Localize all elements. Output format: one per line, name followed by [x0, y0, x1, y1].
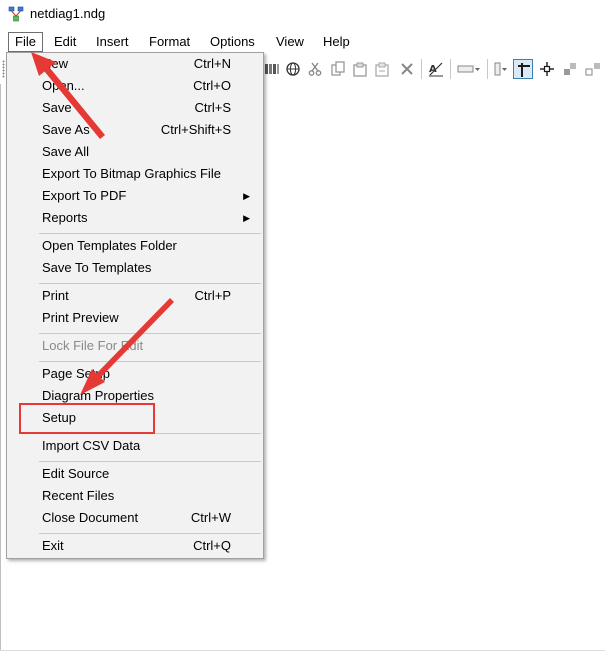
shape-style-icon[interactable]: [490, 59, 510, 79]
network-diagram-app-icon: [8, 6, 24, 22]
submenu-arrow-icon: ▶: [243, 191, 250, 201]
menu-item-save-as[interactable]: Save As Ctrl+Shift+S: [8, 119, 262, 141]
status-divider: [0, 650, 605, 651]
menu-item-print-preview[interactable]: Print Preview: [8, 307, 262, 329]
menu-item-export-pdf[interactable]: Export To PDF ▶: [8, 185, 262, 207]
copy-icon[interactable]: [328, 59, 348, 79]
menu-item-open-templates-folder[interactable]: Open Templates Folder: [8, 235, 262, 257]
paste-special-icon[interactable]: [372, 59, 392, 79]
menu-format[interactable]: Format: [143, 32, 196, 52]
window-title: netdiag1.ndg: [30, 6, 106, 21]
file-menu-dropdown: New Ctrl+N Open... Ctrl+O Save Ctrl+S Sa…: [6, 52, 264, 559]
paste-icon[interactable]: [350, 59, 370, 79]
menu-options[interactable]: Options: [204, 32, 261, 52]
menu-file[interactable]: File: [8, 32, 43, 52]
toolbar-separator: [421, 59, 422, 79]
menu-item-recent-files[interactable]: Recent Files: [8, 485, 262, 507]
globe-icon[interactable]: [283, 59, 303, 79]
toolbar-separator: [450, 59, 451, 79]
menu-item-close-document[interactable]: Close Document Ctrl+W: [8, 507, 262, 529]
delete-icon[interactable]: [397, 59, 417, 79]
menu-separator: [39, 333, 261, 334]
text-format-icon[interactable]: A: [426, 59, 446, 79]
library-icon[interactable]: [262, 59, 282, 79]
menu-separator: [39, 461, 261, 462]
menu-item-export-bitmap[interactable]: Export To Bitmap Graphics File: [8, 163, 262, 185]
menu-item-save-all[interactable]: Save All: [8, 141, 262, 163]
menu-item-reports[interactable]: Reports ▶: [8, 207, 262, 229]
menu-item-import-csv[interactable]: Import CSV Data: [8, 435, 262, 457]
menu-item-lock-file: Lock File For Edit: [42, 338, 144, 353]
menu-item-exit[interactable]: Exit Ctrl+Q: [8, 535, 262, 557]
title-bar: netdiag1.ndg: [0, 0, 605, 30]
menu-view[interactable]: View: [270, 32, 310, 52]
menu-item-new[interactable]: New Ctrl+N: [8, 53, 262, 75]
menu-separator: [39, 361, 261, 362]
setup-highlight-box: [19, 403, 155, 434]
menu-item-edit-source[interactable]: Edit Source: [8, 463, 262, 485]
menu-item-open[interactable]: Open... Ctrl+O: [8, 75, 262, 97]
menu-help[interactable]: Help: [317, 32, 356, 52]
menu-bar: File Edit Insert Format Options View Hel…: [0, 30, 605, 54]
menu-separator: [39, 283, 261, 284]
menu-insert[interactable]: Insert: [90, 32, 135, 52]
menu-item-print[interactable]: Print Ctrl+P: [8, 285, 262, 307]
menu-item-save-to-templates[interactable]: Save To Templates: [8, 257, 262, 279]
cut-icon[interactable]: [305, 59, 325, 79]
pointer-tool-icon[interactable]: [513, 59, 533, 79]
group-icon[interactable]: [560, 59, 580, 79]
toolbar-separator: [487, 59, 488, 79]
line-style-icon[interactable]: [455, 59, 483, 79]
submenu-arrow-icon: ▶: [243, 213, 250, 223]
node-tool-icon[interactable]: [537, 59, 557, 79]
menu-item-save[interactable]: Save Ctrl+S: [8, 97, 262, 119]
ungroup-icon[interactable]: [583, 59, 603, 79]
toolbar-grip[interactable]: [2, 60, 5, 78]
menu-edit[interactable]: Edit: [48, 32, 82, 52]
menu-separator: [39, 233, 261, 234]
menu-item-page-setup[interactable]: Page Setup: [8, 363, 262, 385]
menu-separator: [39, 533, 261, 534]
